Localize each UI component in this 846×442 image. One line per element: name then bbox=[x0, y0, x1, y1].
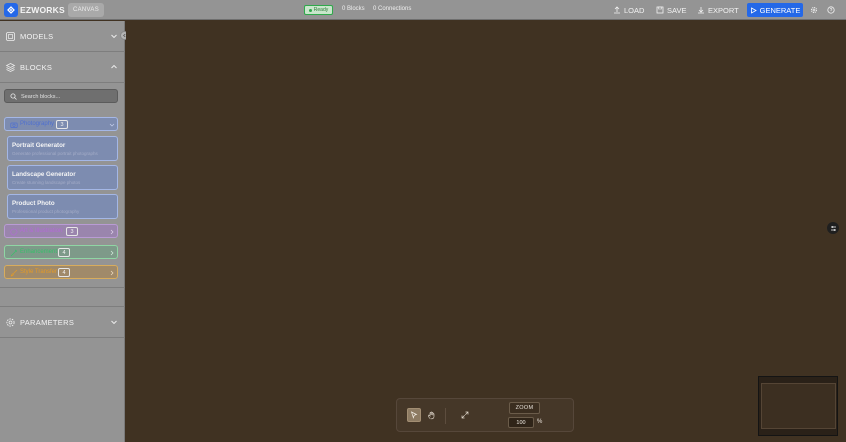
status-dot-icon bbox=[308, 8, 312, 12]
chevron-down-icon bbox=[109, 123, 115, 127]
load-button[interactable]: LOAD bbox=[613, 4, 644, 16]
cursor-icon bbox=[410, 411, 418, 419]
category-art-illustration[interactable]: Art & Illustration 3 bbox=[4, 224, 118, 238]
divider bbox=[0, 287, 125, 288]
block-title: Portrait Generator bbox=[12, 142, 66, 149]
cube-icon bbox=[6, 32, 15, 41]
category-label: Style Transfer bbox=[20, 269, 58, 275]
search-blocks[interactable] bbox=[4, 89, 118, 103]
block-description: Generate professional portrait photograp… bbox=[12, 151, 98, 156]
parameters-title: PARAMETERS bbox=[20, 318, 75, 327]
upload-icon bbox=[614, 6, 620, 14]
block-description: Professional product photography bbox=[12, 209, 80, 214]
block-description: Create stunning landscape photos bbox=[12, 180, 81, 185]
generate-button[interactable]: GENERATE bbox=[747, 3, 803, 17]
chevron-right-icon bbox=[110, 229, 114, 235]
tab-canvas[interactable]: CANVAS bbox=[68, 3, 104, 17]
workflow-canvas[interactable] bbox=[126, 21, 846, 442]
minimap[interactable] bbox=[758, 376, 838, 436]
sliders-icon bbox=[830, 225, 836, 231]
zoom-label: ZOOM bbox=[509, 402, 540, 414]
save-button[interactable]: SAVE bbox=[656, 4, 686, 16]
load-label: LOAD bbox=[624, 5, 645, 15]
app-name: EZWORKS bbox=[20, 5, 65, 15]
toolbar-divider bbox=[445, 408, 446, 424]
generate-label: GENERATE bbox=[759, 5, 801, 15]
minimap-viewport[interactable] bbox=[761, 383, 836, 429]
block-title: Product Photo bbox=[12, 200, 55, 207]
category-photography[interactable]: Photography 3 bbox=[4, 117, 118, 131]
block-title: Landscape Generator bbox=[12, 171, 76, 178]
category-style-transfer[interactable]: Style Transfer 4 bbox=[4, 265, 118, 279]
category-label: Photography bbox=[20, 121, 55, 127]
status-text: Ready bbox=[313, 7, 329, 13]
chevron-right-icon bbox=[110, 270, 114, 276]
category-label: Enhancement bbox=[20, 249, 58, 255]
properties-panel-toggle[interactable] bbox=[827, 222, 839, 234]
chevron-down-icon bbox=[111, 34, 117, 39]
search-icon bbox=[10, 93, 17, 100]
divider bbox=[0, 337, 125, 338]
save-icon bbox=[656, 6, 664, 14]
category-count: 4 bbox=[58, 268, 70, 277]
category-count: 3 bbox=[56, 120, 68, 129]
connections-count: 0 Connections bbox=[373, 6, 412, 12]
parameters-section-header[interactable]: PARAMETERS bbox=[0, 307, 125, 337]
export-label: EXPORT bbox=[708, 5, 739, 15]
chevron-right-icon bbox=[110, 250, 114, 256]
canvas-toolbar: ZOOM % bbox=[396, 398, 574, 432]
export-button[interactable]: EXPORT bbox=[697, 4, 739, 16]
category-count: 4 bbox=[58, 248, 70, 257]
gear-icon bbox=[6, 318, 15, 327]
camera-icon bbox=[10, 122, 18, 128]
models-section-header[interactable]: MODELS bbox=[0, 21, 125, 51]
zoom-input[interactable] bbox=[508, 417, 534, 428]
expand-icon bbox=[461, 411, 469, 419]
blocks-section-header[interactable]: BLOCKS bbox=[0, 52, 125, 82]
search-input[interactable] bbox=[21, 91, 115, 102]
category-label: Art & Illustration bbox=[20, 228, 63, 234]
divider bbox=[0, 82, 125, 83]
brush-icon bbox=[10, 269, 18, 277]
pan-tool-button[interactable] bbox=[424, 408, 438, 422]
logo-icon bbox=[4, 3, 18, 17]
zoom-unit: % bbox=[537, 419, 543, 425]
hand-icon bbox=[427, 411, 434, 419]
blocks-count: 0 Blocks bbox=[342, 6, 365, 12]
block-card[interactable]: Portrait Generator Generate professional… bbox=[7, 136, 118, 161]
category-enhancement[interactable]: Enhancement 4 bbox=[4, 245, 118, 259]
play-icon bbox=[750, 6, 757, 14]
wand-icon bbox=[10, 249, 17, 257]
settings-icon[interactable] bbox=[809, 5, 819, 15]
block-card[interactable]: Product Photo Professional product photo… bbox=[7, 194, 118, 219]
select-tool-button[interactable] bbox=[407, 408, 421, 422]
help-icon[interactable] bbox=[826, 5, 836, 15]
chevron-down-icon bbox=[111, 320, 117, 325]
category-count: 3 bbox=[66, 227, 78, 236]
models-title: MODELS bbox=[20, 32, 54, 41]
palette-icon bbox=[10, 228, 18, 236]
top-bar: EZWORKS CANVAS Ready 0 Blocks 0 Connecti… bbox=[0, 0, 846, 20]
save-label: SAVE bbox=[667, 5, 687, 15]
status-badge: Ready bbox=[304, 5, 333, 15]
download-icon bbox=[698, 7, 704, 14]
chevron-up-icon bbox=[111, 64, 117, 69]
layers-icon bbox=[5, 63, 16, 72]
fit-view-button[interactable] bbox=[458, 408, 472, 422]
blocks-title: BLOCKS bbox=[20, 63, 53, 72]
block-card[interactable]: Landscape Generator Create stunning land… bbox=[7, 165, 118, 190]
